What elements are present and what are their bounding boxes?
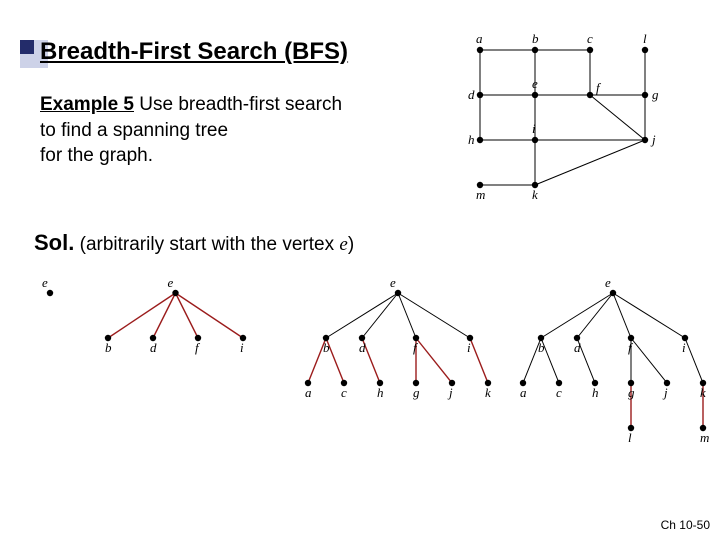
page-footer: Ch 10-50	[661, 518, 710, 532]
svg-text:e: e	[390, 275, 396, 290]
svg-text:b: b	[538, 340, 545, 355]
svg-text:i: i	[467, 340, 471, 355]
svg-text:h: h	[377, 385, 384, 400]
svg-text:a: a	[520, 385, 527, 400]
solution-body: (arbitrarily start with the vertex	[74, 234, 339, 255]
svg-text:k: k	[532, 187, 538, 202]
svg-text:f: f	[413, 340, 419, 355]
svg-text:d: d	[574, 340, 581, 355]
svg-text:e: e	[532, 76, 538, 91]
svg-text:j: j	[650, 132, 656, 147]
svg-text:d: d	[359, 340, 366, 355]
svg-text:g: g	[413, 385, 420, 400]
svg-text:e: e	[605, 275, 611, 290]
svg-text:b: b	[105, 340, 112, 355]
solution-text: Sol. (arbitrarily start with the vertex …	[34, 230, 354, 256]
svg-text:i: i	[240, 340, 244, 355]
page-title: Breadth-First Search (BFS)	[40, 38, 348, 66]
svg-text:k: k	[700, 385, 706, 400]
svg-text:a: a	[476, 31, 483, 46]
svg-text:b: b	[532, 31, 539, 46]
bfs-step-3: e b d f i a c h g j k l m	[505, 275, 715, 465]
svg-text:m: m	[476, 187, 485, 202]
svg-text:f: f	[195, 340, 201, 355]
svg-text:i: i	[682, 340, 686, 355]
svg-text:c: c	[556, 385, 562, 400]
svg-text:l: l	[643, 31, 647, 46]
svg-text:j: j	[662, 385, 668, 400]
example-label: Example 5	[40, 94, 134, 115]
bfs-step-0: e	[36, 275, 76, 315]
svg-text:k: k	[485, 385, 491, 400]
example-line2: to find a spanning tree	[40, 120, 228, 141]
svg-text:c: c	[587, 31, 593, 46]
bfs-step-2: e b d f i a c h g j k	[290, 275, 500, 425]
solution-vertex: e	[339, 234, 347, 255]
svg-text:g: g	[652, 87, 659, 102]
example-text: Example 5 Use breadth-first search to fi…	[40, 92, 342, 169]
svg-text:f: f	[596, 80, 602, 95]
svg-text:d: d	[150, 340, 157, 355]
main-graph: a b c l d e f g h i j m k	[460, 30, 700, 230]
bfs-step-1: e b d f i	[90, 275, 260, 385]
svg-text:i: i	[532, 121, 536, 136]
svg-text:h: h	[468, 132, 475, 147]
svg-text:b: b	[323, 340, 330, 355]
svg-text:e: e	[42, 275, 48, 290]
svg-text:l: l	[628, 430, 632, 445]
svg-text:e: e	[168, 275, 174, 290]
svg-text:j: j	[447, 385, 453, 400]
svg-text:g: g	[628, 385, 635, 400]
svg-text:m: m	[700, 430, 709, 445]
svg-text:h: h	[592, 385, 599, 400]
svg-text:a: a	[305, 385, 312, 400]
example-line1: Use breadth-first search	[134, 94, 342, 115]
example-line3: for the graph.	[40, 145, 153, 166]
svg-text:f: f	[628, 340, 634, 355]
title-bullet	[20, 40, 34, 54]
solution-close: )	[348, 234, 354, 255]
solution-label: Sol.	[34, 230, 74, 255]
svg-text:c: c	[341, 385, 347, 400]
svg-text:d: d	[468, 87, 475, 102]
